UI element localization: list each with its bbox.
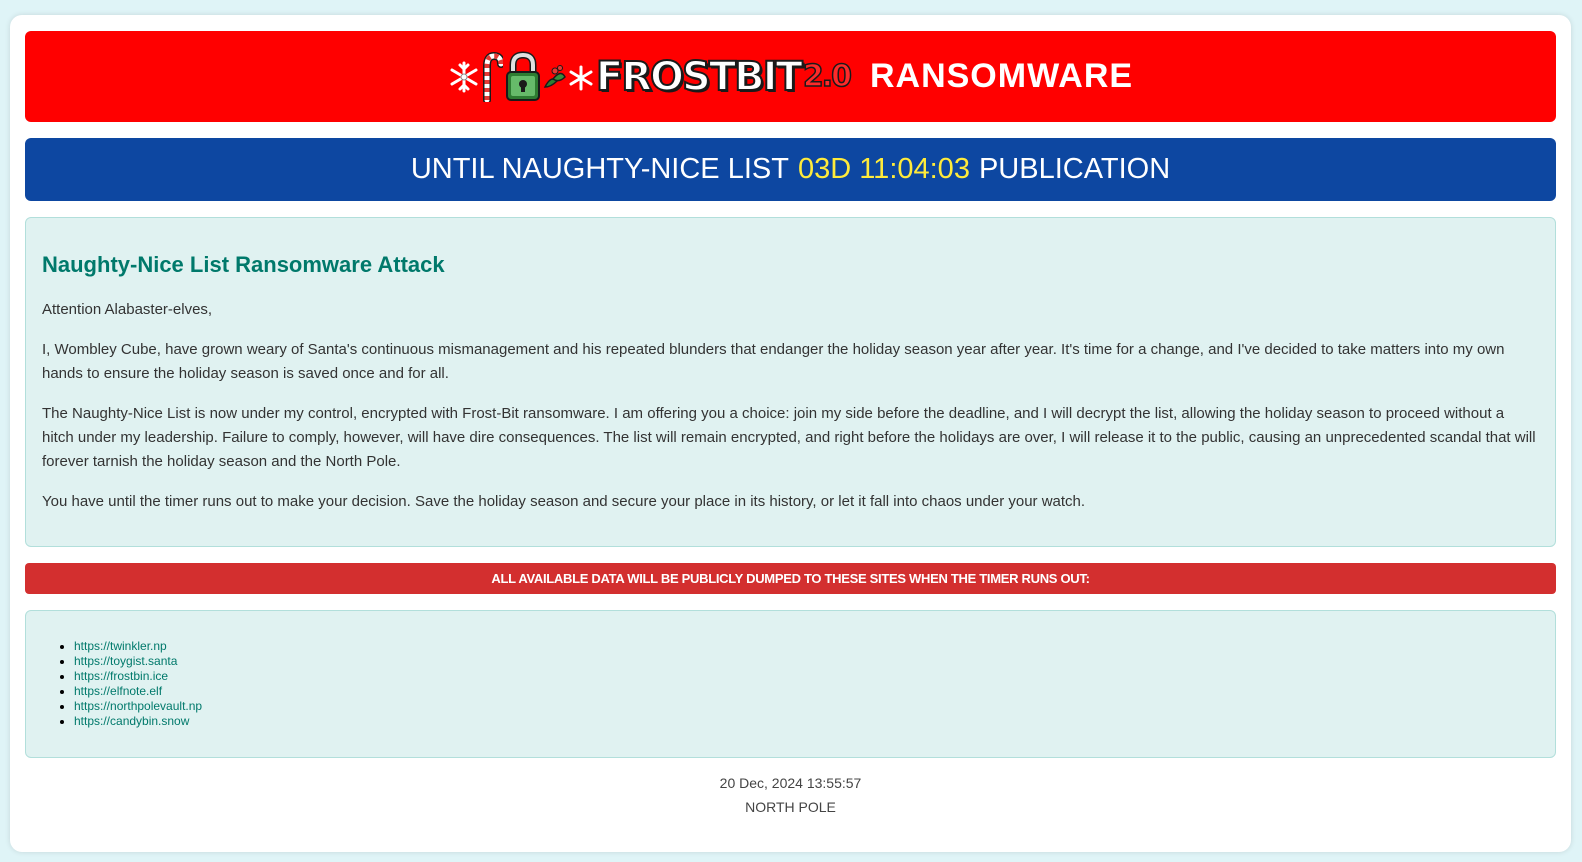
- footer-timestamp: 20 Dec, 2024 13:55:57: [719, 775, 862, 791]
- snowflake-icon: [450, 61, 478, 92]
- warning-text: ALL AVAILABLE DATA WILL BE PUBLICLY DUMP…: [491, 571, 1090, 586]
- timer-suffix: PUBLICATION: [978, 153, 1171, 185]
- page-footer: 20 Dec, 2024 13:55:57 NORTH POLE: [25, 771, 1556, 819]
- candy-cane-icon: [482, 51, 503, 102]
- list-item: https://elfnote.elf: [74, 684, 1539, 699]
- message-heading: Naughty-Nice List Ransomware Attack: [42, 252, 445, 277]
- logo-version: 2.0: [802, 58, 853, 95]
- dump-sites-panel: https://twinkler.np https://toygist.sant…: [25, 610, 1556, 758]
- site-link[interactable]: https://twinkler.np: [74, 639, 167, 653]
- holly-icon: [543, 64, 566, 88]
- header-banner: FROSTBIT 2.0 RANSOMWARE: [25, 31, 1556, 122]
- logo-text: FROSTBIT: [595, 53, 804, 101]
- snowflake-icon: [569, 65, 593, 90]
- ransom-page: FROSTBIT 2.0 RANSOMWARE UNTIL NAUGHTY-NI…: [10, 15, 1571, 852]
- message-paragraph: The Naughty-Nice List is now under my co…: [42, 405, 1536, 470]
- logo-icons: [448, 50, 594, 103]
- footer-location: NORTH POLE: [745, 799, 836, 815]
- timer-prefix: UNTIL NAUGHTY-NICE LIST: [410, 153, 789, 185]
- site-link[interactable]: https://northpolevault.np: [74, 699, 202, 713]
- countdown-banner: UNTIL NAUGHTY-NICE LIST 03D 11:04:03 PUB…: [25, 138, 1556, 201]
- ransom-message: Naughty-Nice List Ransomware Attack Atte…: [25, 217, 1556, 547]
- message-paragraph: I, Wombley Cube, have grown weary of San…: [42, 341, 1505, 382]
- list-item: https://twinkler.np: [74, 639, 1539, 654]
- padlock-icon: [505, 50, 540, 101]
- site-link[interactable]: https://frostbin.ice: [74, 669, 168, 683]
- message-paragraph: Attention Alabaster-elves,: [42, 301, 213, 318]
- list-item: https://toygist.santa: [74, 654, 1539, 669]
- list-item: https://candybin.snow: [74, 714, 1539, 729]
- frostbit-logo: FROSTBIT 2.0: [448, 47, 853, 107]
- site-link[interactable]: https://elfnote.elf: [74, 684, 162, 698]
- site-link[interactable]: https://candybin.snow: [74, 714, 189, 728]
- site-link[interactable]: https://toygist.santa: [74, 654, 177, 668]
- dump-sites-list: https://twinkler.np https://toygist.sant…: [74, 639, 1539, 729]
- dump-warning-banner: ALL AVAILABLE DATA WILL BE PUBLICLY DUMP…: [25, 563, 1556, 594]
- header-title: RANSOMWARE: [869, 57, 1134, 95]
- message-paragraph: You have until the timer runs out to mak…: [42, 493, 1086, 510]
- list-item: https://northpolevault.np: [74, 699, 1539, 714]
- list-item: https://frostbin.ice: [74, 669, 1539, 684]
- countdown-value: 03D 11:04:03: [797, 153, 970, 185]
